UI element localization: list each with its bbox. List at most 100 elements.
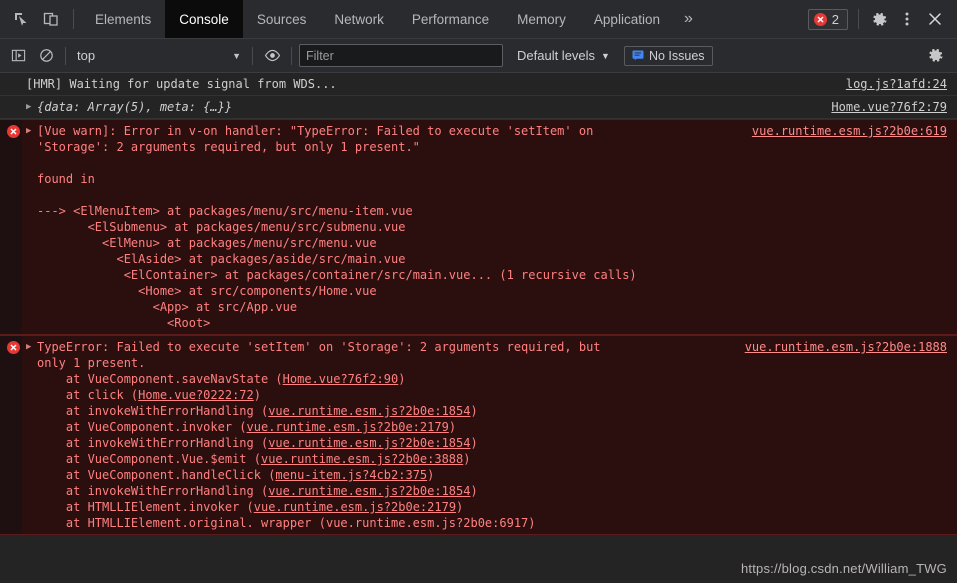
stack-frame: at VueComponent.saveNavState (Home.vue?7… <box>37 371 957 387</box>
filterbar-divider-3 <box>291 46 292 65</box>
error-circle-icon <box>6 125 20 138</box>
devtools-window: Elements Console Sources Network Perform… <box>0 0 957 583</box>
more-tabs-button[interactable]: » <box>674 0 703 38</box>
console-message-source-link[interactable]: log.js?1afd:24 <box>846 76 957 92</box>
console-message-text: [HMR] Waiting for update signal from WDS… <box>26 77 337 91</box>
console-error-text: TypeError: Failed to execute 'setItem' o… <box>37 340 601 370</box>
stack-frame-tail: ) <box>427 468 435 482</box>
tab-memory[interactable]: Memory <box>503 0 580 38</box>
tab-console[interactable]: Console <box>165 0 243 38</box>
chevron-down-icon: ▼ <box>601 50 610 61</box>
error-stack-trace: at VueComponent.saveNavState (Home.vue?7… <box>37 371 957 531</box>
error-icon <box>0 123 26 138</box>
stack-frame-source-link[interactable]: vue.runtime.esm.js?2b0e:2179 <box>254 500 456 514</box>
expand-triangle-icon[interactable]: ▶ <box>26 99 37 115</box>
stack-frame-function: at click ( <box>37 388 139 402</box>
console-output[interactable]: [HMR] Waiting for update signal from WDS… <box>0 73 957 583</box>
stack-frame-source-link[interactable]: Home.vue?76f2:90 <box>283 372 399 386</box>
execution-context-value: top <box>77 48 96 63</box>
stack-frame-tail: ) <box>470 484 478 498</box>
issues-message-icon <box>632 50 644 61</box>
stack-frame-tail: ) <box>448 420 457 434</box>
stack-frame-source-link[interactable]: vue.runtime.esm.js?2b0e:2179 <box>247 420 449 434</box>
message-level-gutter <box>0 76 26 77</box>
stack-frame-function: at HTMLLIElement.invoker ( <box>37 500 254 514</box>
console-message-source-link[interactable]: vue.runtime.esm.js?2b0e:1888 <box>745 339 957 371</box>
stack-frame: at VueComponent.Vue.$emit (vue.runtime.e… <box>37 451 957 467</box>
device-toolbar-icon[interactable] <box>36 0 66 38</box>
message-level-gutter <box>0 99 26 100</box>
tabbar-right-divider <box>858 9 859 29</box>
expand-triangle-icon[interactable]: ▶ <box>26 339 37 355</box>
stack-frame-tail: ) <box>456 500 464 514</box>
stack-frame-source-link[interactable]: vue.runtime.esm.js?2b0e:1854 <box>268 436 470 450</box>
stack-frame: at VueComponent.invoker (vue.runtime.esm… <box>37 419 957 435</box>
chevron-down-icon: ▼ <box>232 50 241 61</box>
console-object-preview: {data: Array(5), meta: {…}} <box>37 100 233 114</box>
error-count-badge[interactable]: 2 <box>807 8 848 30</box>
stack-frame-source-link[interactable]: menu-item.js?4cb2:375 <box>275 468 427 482</box>
console-filter-bar: top ▼ Default levels ▼ <box>0 39 957 73</box>
expand-triangle-icon[interactable]: ▶ <box>26 123 37 139</box>
gear-icon[interactable] <box>865 0 893 38</box>
tab-network[interactable]: Network <box>320 0 398 38</box>
error-count-value: 2 <box>831 11 839 27</box>
stack-frame: at HTMLLIElement.invoker (vue.runtime.es… <box>37 499 957 515</box>
kebab-menu-icon[interactable] <box>893 0 921 38</box>
tabbar-right-controls: 2 <box>807 0 957 38</box>
stack-frame-source-link[interactable]: vue.runtime.esm.js?2b0e:1854 <box>268 484 470 498</box>
filterbar-right-controls <box>921 43 957 69</box>
console-message-source-link[interactable]: vue.runtime.esm.js?2b0e:619 <box>752 123 957 139</box>
console-message-error[interactable]: ▶ TypeError: Failed to execute 'setItem'… <box>0 335 957 535</box>
inspect-element-icon[interactable] <box>6 0 36 38</box>
execution-context-select[interactable]: top ▼ <box>71 48 247 63</box>
tab-application[interactable]: Application <box>580 0 674 38</box>
close-icon[interactable] <box>921 0 949 38</box>
stack-frame-tail: ) <box>463 452 471 466</box>
stack-frame-source-link[interactable]: vue.runtime.esm.js?2b0e:1854 <box>268 404 470 418</box>
stack-frame-function: at invokeWithErrorHandling ( <box>37 436 269 450</box>
issues-button[interactable]: No Issues <box>623 45 713 66</box>
stack-frame-tail: ) <box>470 404 478 418</box>
stack-frame-function: at VueComponent.handleClick ( <box>37 468 276 482</box>
devtools-tabbar: Elements Console Sources Network Perform… <box>0 0 957 39</box>
error-circle-icon <box>6 341 20 354</box>
stack-frame-source-link[interactable]: Home.vue?0222:72 <box>138 388 254 402</box>
gear-icon[interactable] <box>921 43 949 69</box>
stack-frame: at click (Home.vue?0222:72) <box>37 387 957 403</box>
tab-elements[interactable]: Elements <box>81 0 165 38</box>
search-input[interactable] <box>299 44 503 67</box>
filterbar-divider-1 <box>65 46 66 65</box>
stack-frame-function: at invokeWithErrorHandling ( <box>37 484 269 498</box>
filterbar-divider-2 <box>252 46 253 65</box>
console-error-text: [Vue warn]: Error in v-on handler: "Type… <box>37 124 637 330</box>
stack-frame: at invokeWithErrorHandling (vue.runtime.… <box>37 483 957 499</box>
stack-frame-function: at HTMLLIElement.original. wrapper (vue.… <box>37 516 536 530</box>
console-message-source-link[interactable]: Home.vue?76f2:79 <box>831 99 957 115</box>
console-message-object[interactable]: ▶ {data: Array(5), meta: {…}} Home.vue?7… <box>0 96 957 119</box>
stack-frame: at invokeWithErrorHandling (vue.runtime.… <box>37 435 957 451</box>
stack-frame-source-link[interactable]: vue.runtime.esm.js?2b0e:3888 <box>261 452 463 466</box>
stack-frame: at VueComponent.handleClick (menu-item.j… <box>37 467 957 483</box>
stack-frame-function: at invokeWithErrorHandling ( <box>37 404 269 418</box>
console-message-log[interactable]: [HMR] Waiting for update signal from WDS… <box>0 73 957 96</box>
tab-performance[interactable]: Performance <box>398 0 503 38</box>
stack-frame-tail: ) <box>398 372 406 386</box>
tabbar-divider <box>73 9 74 29</box>
live-expression-eye-icon[interactable] <box>258 43 286 69</box>
log-levels-select[interactable]: Default levels ▼ <box>517 48 610 63</box>
log-levels-value: Default levels <box>517 48 596 63</box>
error-circle-icon <box>813 12 827 26</box>
console-sidebar-icon[interactable] <box>4 43 32 69</box>
stack-frame-function: at VueComponent.saveNavState ( <box>37 372 283 386</box>
tab-sources[interactable]: Sources <box>243 0 321 38</box>
stack-frame: at HTMLLIElement.original. wrapper (vue.… <box>37 515 957 531</box>
console-message-error[interactable]: ▶ [Vue warn]: Error in v-on handler: "Ty… <box>0 119 957 335</box>
issues-label: No Issues <box>648 48 705 63</box>
stack-frame-tail: ) <box>253 388 261 402</box>
stack-frame-function: at VueComponent.Vue.$emit ( <box>37 452 261 466</box>
error-gutter-strip <box>0 120 22 334</box>
error-gutter-strip <box>0 336 22 534</box>
stack-frame: at invokeWithErrorHandling (vue.runtime.… <box>37 403 957 419</box>
clear-console-icon[interactable] <box>32 43 60 69</box>
